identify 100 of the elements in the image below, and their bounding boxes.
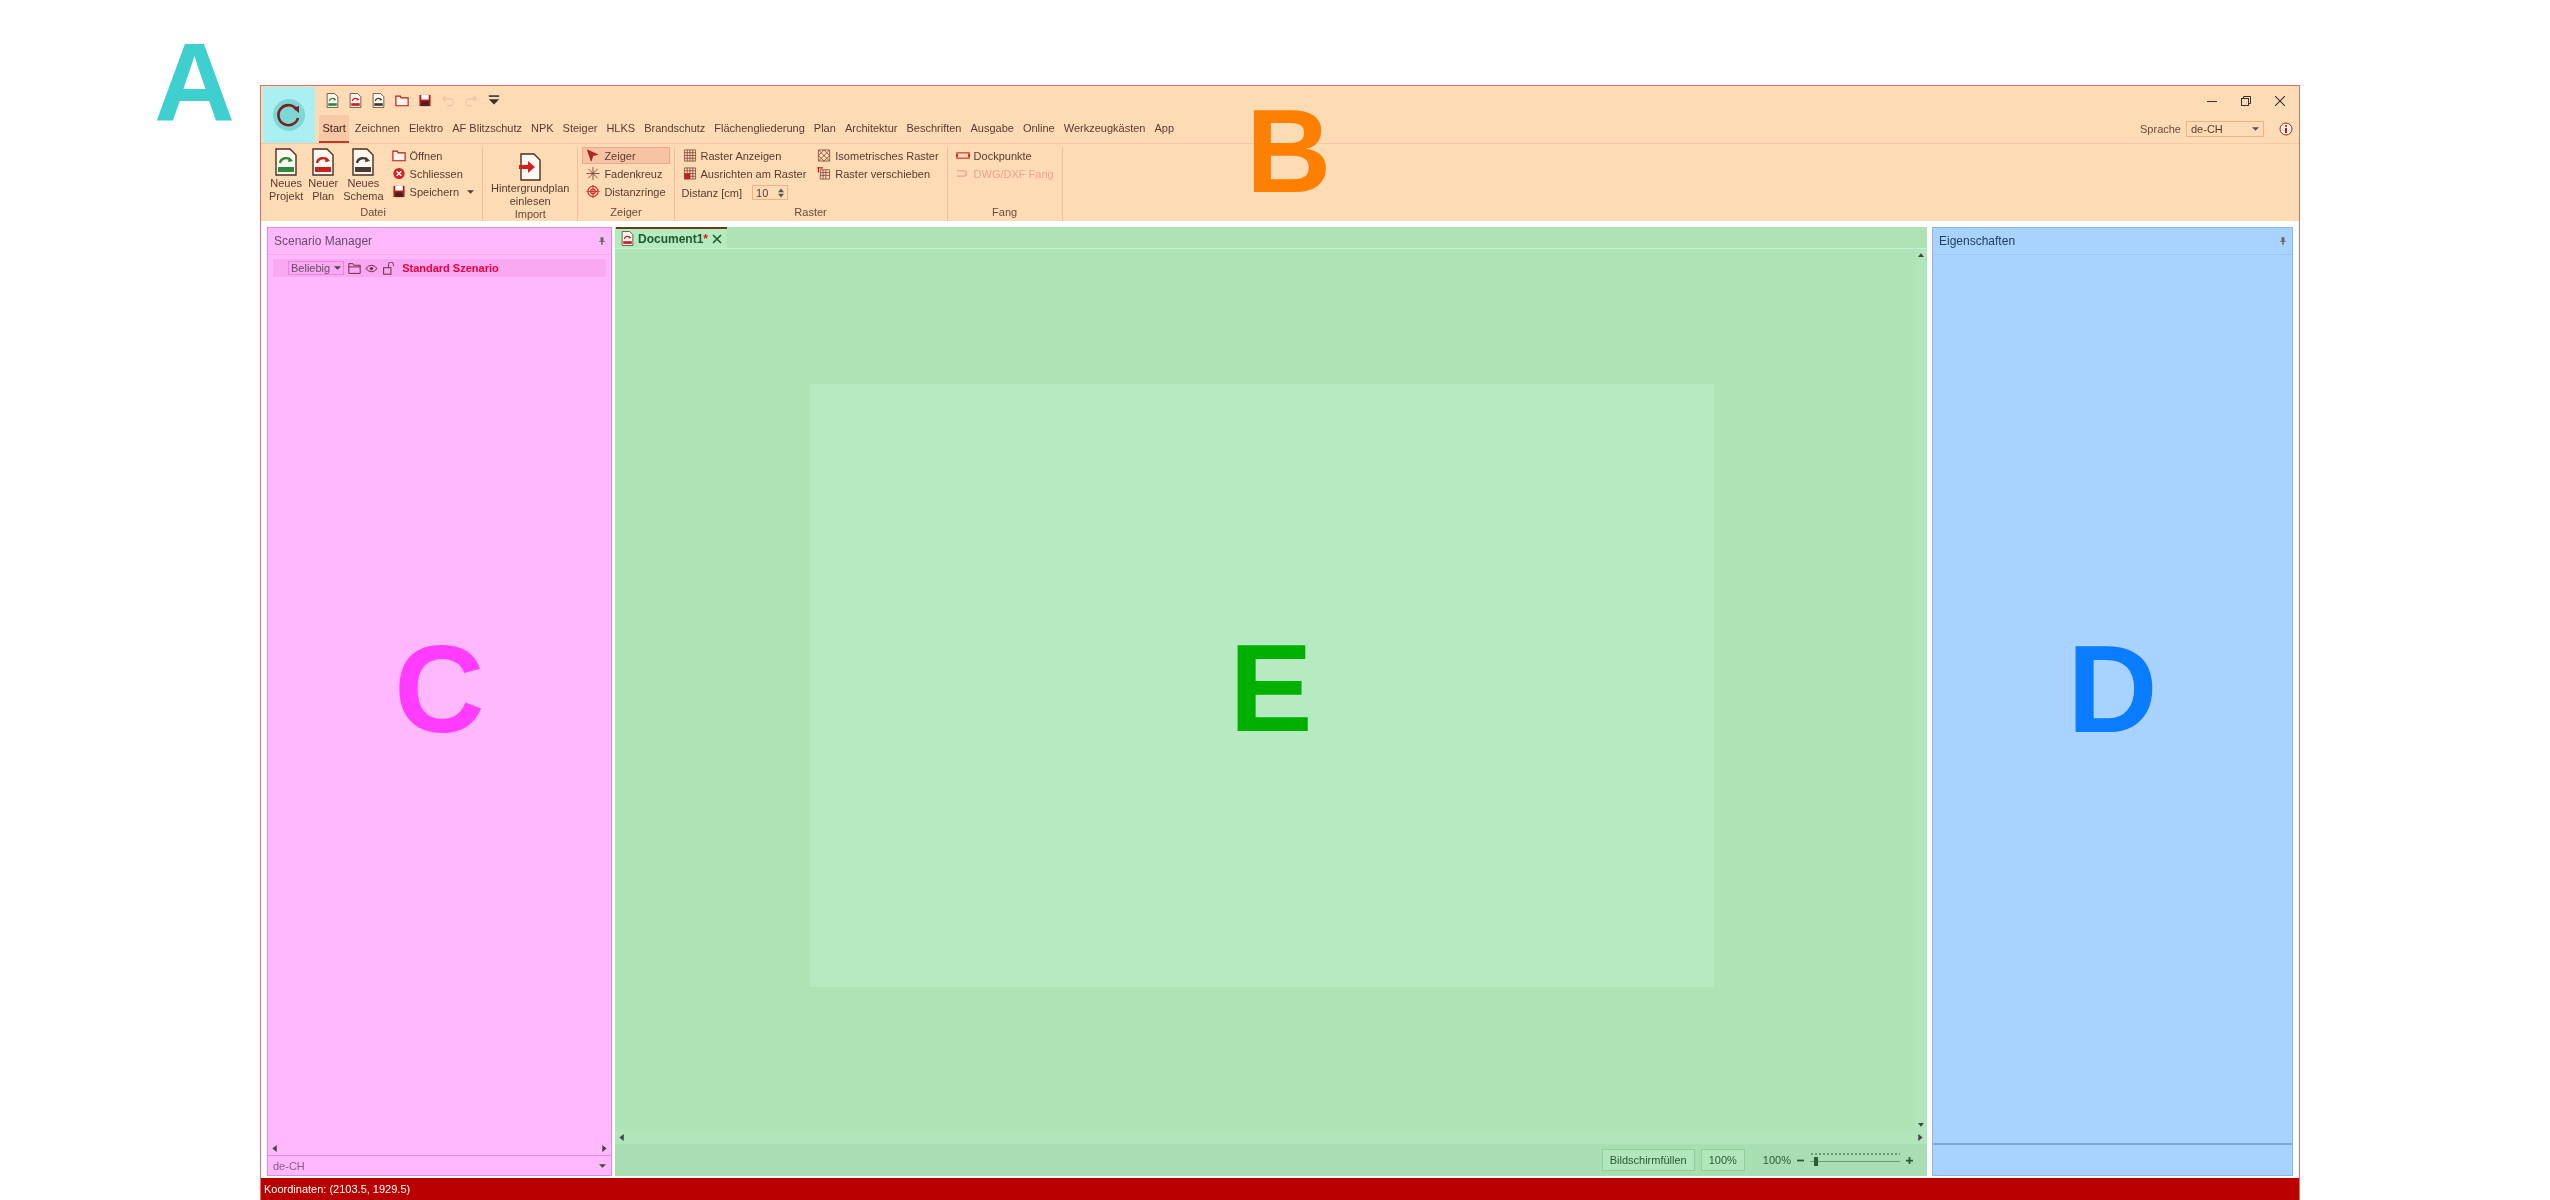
folder-icon [391,149,406,162]
close-icon[interactable] [712,233,722,244]
ribbon-tab[interactable]: Zeichnen [351,115,404,143]
scroll-right-arrow[interactable] [1917,1134,1923,1141]
ribbon-tab[interactable]: Start [319,115,350,143]
ribbon-tab[interactable]: NPK [527,115,558,143]
ribbon-tab[interactable]: HLKS [602,115,639,143]
zoom-in-icon[interactable] [1906,1156,1913,1164]
ribbon-dropdown-button[interactable]: Speichern [387,183,479,200]
ribbon-button[interactable]: Ausrichten am Raster [678,165,811,182]
pin-icon[interactable] [2280,237,2286,245]
ribbon-button[interactable]: Neues Schema [342,147,385,204]
grid-icon [682,167,697,180]
scroll-up-arrow[interactable] [1918,253,1924,258]
document-icon [349,93,362,108]
document-icon [274,148,299,176]
dock-points-icon [955,149,970,162]
language-dropdown[interactable]: de-CH [2186,121,2264,137]
ribbon-button[interactable]: Dockpunkte [951,147,1058,164]
ribbon-button[interactable]: Neues Projekt [268,147,305,204]
filter-dropdown[interactable]: Beliebig [288,261,345,275]
ribbon-button[interactable]: Distanzringe [582,183,670,200]
zoom-reset-button[interactable]: 100% [1700,1149,1745,1171]
region-label: C [394,626,485,751]
document-icon [372,93,385,108]
ribbon-tab[interactable]: Beschriften [902,115,965,143]
scroll-left-arrow[interactable] [619,1134,625,1141]
ribbon-tab[interactable]: Steiger [559,115,601,143]
unlocked-padlock-icon[interactable] [382,261,396,275]
ribbon-tab[interactable]: AF Blitzschutz [448,115,526,143]
language-dropdown[interactable]: de-CH [268,1155,611,1175]
undo-icon [440,94,455,107]
ribbon-tab[interactable]: Elektro [405,115,447,143]
isometric-grid-icon [817,149,832,162]
ribbon-button[interactable]: Fadenkreuz [582,165,670,182]
ribbon-button[interactable]: Raster verschieben [813,165,943,182]
ribbon-button[interactable]: Öffnen [387,147,479,164]
dropdown-arrow-icon [486,94,501,107]
magnet-icon [955,167,970,180]
info-icon[interactable] [2279,122,2293,136]
close-icon [2275,95,2285,106]
language-label: Sprache [2140,123,2181,135]
grid-icon [682,149,697,162]
folder-icon [394,94,409,107]
ribbon-tab[interactable]: App [1150,115,1178,143]
caret-icon [599,1163,606,1168]
document-icon [326,93,339,108]
group-label: Fang [992,206,1018,220]
caret-icon [334,266,342,270]
region-label: B [1246,92,1332,210]
ribbon-tab[interactable]: Ausgabe [967,115,1018,143]
ribbon-tab[interactable]: Architektur [841,115,901,143]
zoom-reading: 100% [1762,1154,1791,1166]
document-icon [621,231,634,246]
region-label: E [1229,625,1313,750]
crosshair-icon [586,167,601,180]
scroll-left-arrow[interactable] [272,1145,278,1152]
redo-icon [463,94,478,107]
ribbon-tab[interactable]: Plan [810,115,840,143]
ribbon-button[interactable]: Hintergrundplan einlesen [487,147,574,208]
slider-thumb[interactable] [1813,1157,1818,1166]
ribbon-tab[interactable]: Brandschutz [640,115,709,143]
import-document-icon [518,153,543,181]
folder-icon[interactable] [348,261,362,275]
caret-icon [2252,127,2259,131]
document-icon [311,148,336,176]
group-label: Raster [794,206,827,220]
app-menu-button[interactable] [263,87,315,143]
ribbon-button[interactable]: Neuer Plan [307,147,340,204]
coordinates-text: Koordinaten: (2103.5, 1929.5) [264,1183,411,1195]
group-label: Zeiger [610,206,642,220]
close-circle-icon [391,167,406,180]
move-grid-icon [817,167,832,180]
caret-icon [467,189,475,194]
document-icon [351,148,376,176]
zoom-slider[interactable] [1810,1152,1900,1168]
region-label: A [154,27,235,139]
restore-icon [2241,95,2251,106]
ribbon-button[interactable]: Zeiger [582,147,670,164]
ribbon-button[interactable]: Schliessen [387,165,479,182]
distance-label: Distanz [cm] [681,186,743,199]
ribbon-button[interactable]: Isometrisches Raster [813,147,943,164]
panel-title: Eigenschaften [1939,234,2016,248]
ribbon-tab[interactable]: Online [1019,115,1059,143]
toolbar-button[interactable] [369,91,388,110]
ribbon-tab[interactable]: Werkzeugkästen [1060,115,1149,143]
cursor-icon [586,149,601,162]
ribbon-button[interactable]: Raster Anzeigen [678,147,811,164]
save-icon [417,94,432,107]
pin-icon[interactable] [599,237,605,245]
scroll-right-arrow[interactable] [601,1145,607,1152]
scenario-row[interactable]: Beliebig Standard Szenario [273,259,606,277]
panel-title: Scenario Manager [274,234,373,248]
document-tab[interactable]: Document1* [616,227,727,248]
scroll-down-arrow[interactable] [1918,1122,1924,1127]
ribbon-tab[interactable]: Flächengliederung [710,115,809,143]
fit-screen-button[interactable]: Bildschirmfüllen [1601,1149,1695,1171]
group-label: Import [514,208,546,222]
save-icon [391,185,406,198]
distance-spinner[interactable]: 10 [752,185,789,200]
